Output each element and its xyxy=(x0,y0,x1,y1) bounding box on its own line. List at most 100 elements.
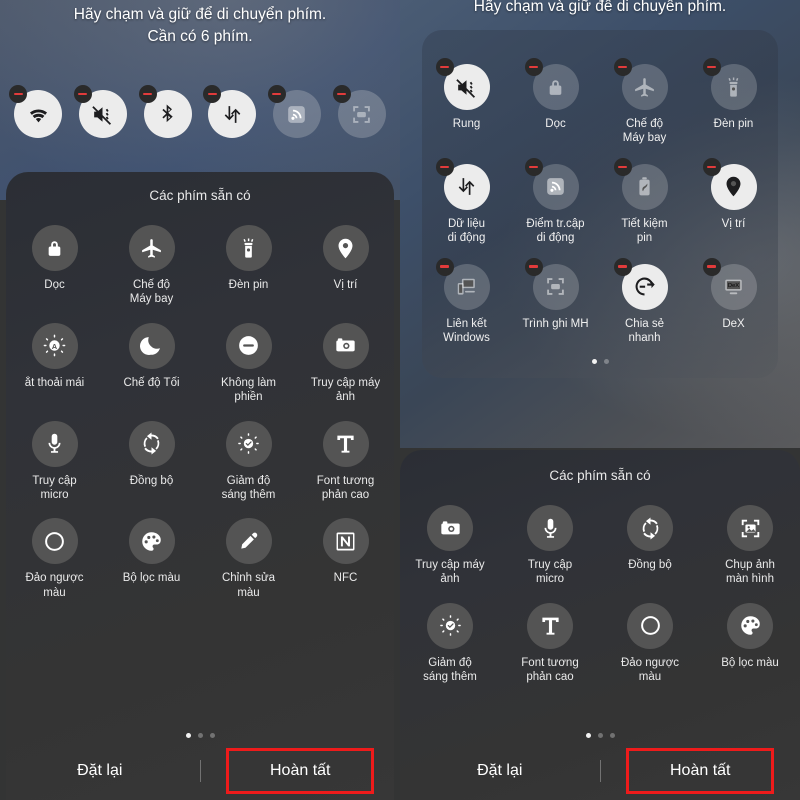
available-key-tile[interactable]: Font tương phản cao xyxy=(500,595,600,685)
active-key-chip[interactable] xyxy=(73,85,127,138)
active-key-tile[interactable]: Đèn pin xyxy=(689,56,778,146)
color-inversion-icon xyxy=(45,531,64,551)
available-key-tile[interactable]: Font tương phản cao xyxy=(297,413,394,503)
available-key-tile[interactable]: Aắt thoải mái xyxy=(6,315,103,405)
minus-icon xyxy=(618,65,627,69)
left-sheet-title: Các phím sẵn có xyxy=(149,188,251,203)
page-dot[interactable] xyxy=(185,733,191,738)
available-key-tile[interactable]: Bộ lọc màu xyxy=(700,595,800,685)
active-key-tile[interactable]: Vị trí xyxy=(689,156,778,246)
remove-badge[interactable] xyxy=(73,85,92,103)
mobile-data-icon xyxy=(458,178,475,196)
active-key-tile[interactable]: Chế độ Máy bay xyxy=(600,56,689,146)
remove-badge[interactable] xyxy=(524,257,543,276)
active-key-tile[interactable]: Rung xyxy=(422,56,511,146)
done-button-left[interactable]: Hoàn tất xyxy=(201,742,401,800)
page-dot[interactable] xyxy=(209,733,215,738)
page-dot[interactable] xyxy=(609,733,615,738)
remove-badge[interactable] xyxy=(435,157,454,176)
tile-icon-wrap xyxy=(128,518,175,565)
available-key-tile[interactable]: NFC xyxy=(297,510,394,600)
remove-badge[interactable] xyxy=(267,85,286,103)
available-key-tile[interactable]: Dọc xyxy=(6,217,103,307)
tile-icon-wrap xyxy=(322,518,369,565)
active-key-chip[interactable] xyxy=(203,85,257,138)
available-key-tile[interactable]: Truy cập máy ảnh xyxy=(297,315,394,405)
active-key-tile[interactable]: Tiết kiệm pin xyxy=(600,156,689,246)
right-page-dots[interactable] xyxy=(400,733,800,738)
active-key-chip[interactable] xyxy=(332,85,386,138)
available-key-tile[interactable]: Đèn pin xyxy=(200,217,297,307)
remove-badge[interactable] xyxy=(702,157,721,176)
active-key-chip[interactable] xyxy=(138,85,192,138)
remove-badge[interactable] xyxy=(613,157,632,176)
tile-icon-wrap xyxy=(322,225,369,271)
tile-label: Chế độ Tối xyxy=(123,376,180,389)
page-dot[interactable] xyxy=(591,359,597,365)
tile-label: Giảm độ sáng thêm xyxy=(221,474,276,501)
reset-button-right[interactable]: Đặt lại xyxy=(400,742,600,800)
available-key-tile[interactable]: Giảm độ sáng thêm xyxy=(400,595,500,685)
tile-label: Truy cập máy ảnh xyxy=(310,376,381,404)
tile-icon-wrap xyxy=(225,420,272,467)
screen-recorder-icon xyxy=(547,278,564,295)
available-key-tile[interactable]: Bộ lọc màu xyxy=(103,510,200,600)
available-key-tile[interactable]: Truy cập micro xyxy=(500,497,600,587)
available-key-tile[interactable]: Chế độ Máy bay xyxy=(103,217,200,307)
camera-access-icon xyxy=(440,520,460,534)
active-key-tile[interactable]: Dữ liệu di động xyxy=(422,156,511,246)
instruction-text-right: Hãy chạm và giữ để di chuyển phím. xyxy=(400,0,800,18)
remove-badge[interactable] xyxy=(435,257,454,276)
remove-badge[interactable] xyxy=(613,257,632,276)
page-dot[interactable] xyxy=(197,733,203,738)
sync-icon xyxy=(143,432,160,455)
remove-badge[interactable] xyxy=(524,157,543,176)
available-key-tile[interactable]: Vị trí xyxy=(297,217,394,307)
tile-label: DeX xyxy=(722,317,745,330)
available-key-tile[interactable]: Đồng bộ xyxy=(103,413,200,503)
remove-badge[interactable] xyxy=(702,257,721,276)
remove-badge[interactable] xyxy=(524,58,543,76)
minus-icon xyxy=(78,92,88,96)
available-key-tile[interactable]: Chế độ Tối xyxy=(103,315,200,405)
active-key-tile[interactable]: Điểm tr.cập di động xyxy=(511,156,600,246)
available-key-tile[interactable]: Chỉnh sửa màu xyxy=(200,510,297,600)
page-dot[interactable] xyxy=(597,733,603,738)
page-dot[interactable] xyxy=(585,733,591,738)
active-key-tile[interactable]: Liên kết Windows xyxy=(422,256,511,346)
tile-icon-wrap xyxy=(727,602,773,649)
reset-button-left[interactable]: Đặt lại xyxy=(0,742,200,800)
remove-badge[interactable] xyxy=(613,58,632,76)
remove-badge[interactable] xyxy=(332,85,351,103)
available-key-tile[interactable]: Không làm phiền xyxy=(200,315,297,405)
active-key-tile[interactable]: Dọc xyxy=(511,56,600,146)
tile-icon-wrap xyxy=(527,505,573,551)
active-key-chip[interactable] xyxy=(9,85,63,138)
done-button-right[interactable]: Hoàn tất xyxy=(601,742,800,800)
available-key-tile[interactable]: Đảo ngược màu xyxy=(600,595,700,685)
available-key-tile[interactable]: Chụp ảnh màn hình xyxy=(700,497,800,587)
remove-badge[interactable] xyxy=(702,58,721,76)
nfc-icon xyxy=(336,532,355,551)
minus-icon xyxy=(440,65,449,69)
active-key-chip[interactable] xyxy=(267,85,321,138)
minus-icon xyxy=(707,265,716,268)
active-key-tile[interactable]: DeX DeX xyxy=(689,256,778,346)
remove-badge[interactable] xyxy=(435,58,454,76)
available-key-tile[interactable]: Giảm độ sáng thêm xyxy=(200,413,297,503)
color-filter-icon xyxy=(740,616,760,636)
minus-icon xyxy=(707,165,716,168)
available-key-tile[interactable]: Truy cập máy ảnh xyxy=(400,497,500,587)
active-key-tile[interactable]: Trình ghi MH xyxy=(511,256,600,346)
active-keys-card: Rung Dọc Chế độ Máy bay Đèn pin Dữ liệu di độn… xyxy=(422,30,778,379)
remove-badge[interactable] xyxy=(138,85,157,103)
svg-text:DeX: DeX xyxy=(728,283,739,289)
available-key-tile[interactable]: Đảo ngược màu xyxy=(6,510,103,600)
available-key-tile[interactable]: Truy cập micro xyxy=(6,413,103,503)
card-page-dots[interactable] xyxy=(422,359,778,365)
available-key-tile[interactable]: Đồng bộ xyxy=(600,497,700,587)
page-dot[interactable] xyxy=(603,359,609,365)
airplane-icon xyxy=(635,77,654,97)
left-page-dots[interactable] xyxy=(0,733,400,738)
active-key-tile[interactable]: Chia sẻ nhanh xyxy=(600,256,689,346)
